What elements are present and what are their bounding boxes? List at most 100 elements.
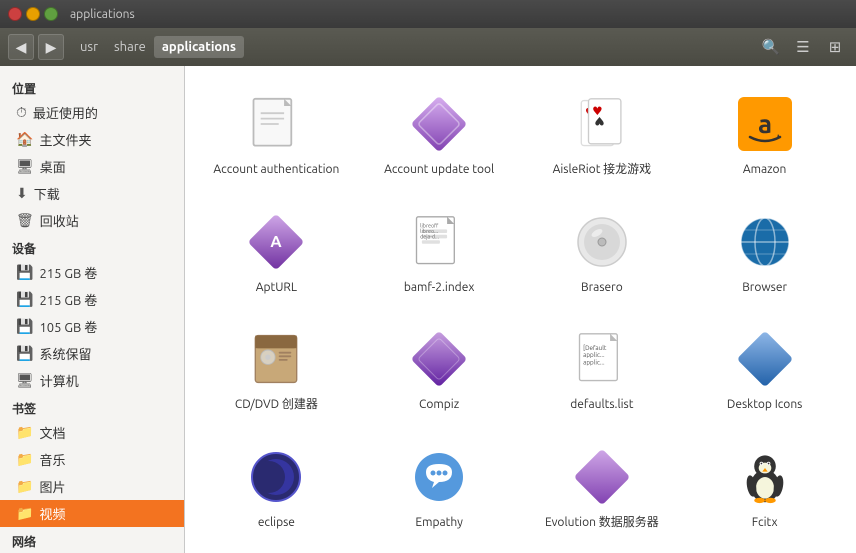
home-icon: 🏠 bbox=[16, 131, 33, 148]
trash-icon: 🗑 bbox=[16, 212, 34, 229]
close-button[interactable] bbox=[8, 7, 22, 21]
sidebar-item-downloads[interactable]: ⬇ 下载 bbox=[0, 180, 184, 207]
minimize-button[interactable] bbox=[26, 7, 40, 21]
recent-icon: ⏱ bbox=[16, 104, 27, 121]
downloads-icon: ⬇ bbox=[16, 185, 28, 202]
app-amazon[interactable]: a Amazon bbox=[689, 82, 840, 188]
app-label-brasero: Brasero bbox=[581, 280, 623, 296]
app-label-desktop-icons: Desktop Icons bbox=[727, 397, 803, 413]
svg-text:[Default: [Default bbox=[583, 345, 607, 352]
app-icon-brasero bbox=[570, 210, 634, 274]
sidebar-item-vol3-label: 105 GB 卷 bbox=[39, 317, 97, 336]
app-account-auth[interactable]: Account authentication bbox=[201, 82, 352, 188]
maximize-button[interactable] bbox=[44, 7, 58, 21]
main-layout: 位置 ⏱ 最近使用的 🏠 主文件夹 🖥 桌面 ⬇ 下载 🗑 回收站 设备 💾 2… bbox=[0, 66, 856, 553]
sidebar-item-pictures[interactable]: 📁 图片 bbox=[0, 473, 184, 500]
breadcrumb-applications[interactable]: applications bbox=[154, 36, 244, 58]
app-browser[interactable]: Browser bbox=[689, 200, 840, 306]
sidebar-item-videos[interactable]: 📁 视频 bbox=[0, 500, 184, 527]
app-icon-cddvd bbox=[244, 327, 308, 391]
sidebar-item-music[interactable]: 📁 音乐 bbox=[0, 446, 184, 473]
back-button[interactable]: ◀ bbox=[8, 34, 34, 60]
window-title: applications bbox=[70, 8, 135, 21]
svg-text:applic...: applic... bbox=[583, 360, 605, 367]
app-label-aisleriot: AisleRiot 接龙游戏 bbox=[553, 162, 652, 178]
music-folder-icon: 📁 bbox=[16, 451, 33, 468]
sidebar: 位置 ⏱ 最近使用的 🏠 主文件夹 🖥 桌面 ⬇ 下载 🗑 回收站 设备 💾 2… bbox=[0, 66, 185, 553]
desktop-icon: 🖥 bbox=[16, 158, 34, 175]
app-label-evolution: Evolution 数据服务器 bbox=[545, 515, 659, 531]
app-aisleriot[interactable]: ♥ 2 ♥ ♥ AisleRiot 接龙游戏 bbox=[527, 82, 678, 188]
sidebar-item-computer-label: 计算机 bbox=[40, 371, 79, 390]
window-controls bbox=[8, 7, 58, 21]
sidebar-item-home-label: 主文件夹 bbox=[39, 130, 91, 149]
app-label-bamf: bamf-2.index bbox=[404, 280, 475, 296]
sidebar-item-videos-label: 视频 bbox=[39, 504, 65, 523]
app-bamf[interactable]: libreoff libreo... deja-d... bamf-2.inde… bbox=[364, 200, 515, 306]
section-devices: 设备 bbox=[0, 234, 184, 259]
app-label-defaults: defaults.list bbox=[570, 397, 633, 413]
app-apturl[interactable]: A AptURL bbox=[201, 200, 352, 306]
app-empathy[interactable]: Empathy bbox=[364, 435, 515, 541]
app-icon-defaults: [Default applic... applic... bbox=[570, 327, 634, 391]
sidebar-item-trash-label: 回收站 bbox=[40, 211, 79, 230]
sidebar-item-recent-label: 最近使用的 bbox=[33, 103, 98, 122]
sidebar-item-vol2[interactable]: 💾 215 GB 卷 bbox=[0, 286, 184, 313]
svg-text:A: A bbox=[271, 233, 283, 251]
videos-folder-icon: 📁 bbox=[16, 505, 33, 522]
sidebar-item-downloads-label: 下载 bbox=[34, 184, 60, 203]
sidebar-item-docs[interactable]: 📁 文档 bbox=[0, 419, 184, 446]
sidebar-item-home[interactable]: 🏠 主文件夹 bbox=[0, 126, 184, 153]
app-label-account-auth: Account authentication bbox=[213, 162, 339, 178]
grid-view-button[interactable]: ⊞ bbox=[822, 34, 848, 60]
svg-text:deja-d...: deja-d... bbox=[420, 233, 439, 240]
app-defaults[interactable]: [Default applic... applic... defaults.li… bbox=[527, 317, 678, 423]
app-icon-desktop-icons bbox=[733, 327, 797, 391]
titlebar: applications bbox=[0, 0, 856, 28]
breadcrumb: usr share applications bbox=[72, 36, 244, 58]
app-cddvd[interactable]: CD/DVD 创建器 bbox=[201, 317, 352, 423]
app-icon-account-update bbox=[407, 92, 471, 156]
app-label-browser: Browser bbox=[742, 280, 787, 296]
sidebar-item-music-label: 音乐 bbox=[39, 450, 65, 469]
app-eclipse[interactable]: eclipse bbox=[201, 435, 352, 541]
pictures-folder-icon: 📁 bbox=[16, 478, 33, 495]
toolbar-actions: 🔍 ☰ ⊞ bbox=[758, 34, 848, 60]
sidebar-item-recent[interactable]: ⏱ 最近使用的 bbox=[0, 99, 184, 126]
app-brasero[interactable]: Brasero bbox=[527, 200, 678, 306]
sysres-icon: 💾 bbox=[16, 345, 33, 362]
sidebar-item-vol1[interactable]: 💾 215 GB 卷 bbox=[0, 259, 184, 286]
drive-icon-1: 💾 bbox=[16, 264, 33, 281]
app-label-account-update: Account update tool bbox=[384, 162, 494, 178]
search-button[interactable]: 🔍 bbox=[758, 34, 784, 60]
sidebar-item-trash[interactable]: 🗑 回收站 bbox=[0, 207, 184, 234]
app-icon-browser bbox=[733, 210, 797, 274]
svg-text:applic...: applic... bbox=[583, 352, 605, 359]
app-label-apturl: AptURL bbox=[256, 280, 297, 296]
app-compiz[interactable]: Compiz bbox=[364, 317, 515, 423]
sidebar-item-pictures-label: 图片 bbox=[39, 477, 65, 496]
app-icon-eclipse bbox=[244, 445, 308, 509]
forward-button[interactable]: ▶ bbox=[38, 34, 64, 60]
breadcrumb-usr[interactable]: usr bbox=[72, 36, 106, 58]
sidebar-item-desktop-label: 桌面 bbox=[40, 157, 66, 176]
app-icon-empathy bbox=[407, 445, 471, 509]
svg-text:a: a bbox=[758, 109, 772, 138]
content-area: Account authentication bbox=[185, 66, 856, 553]
app-fcitx[interactable]: Fcitx bbox=[689, 435, 840, 541]
app-account-update[interactable]: Account update tool bbox=[364, 82, 515, 188]
app-icon-bamf: libreoff libreo... deja-d... bbox=[407, 210, 471, 274]
app-icon-compiz bbox=[407, 327, 471, 391]
sidebar-item-sysres[interactable]: 💾 系统保留 bbox=[0, 340, 184, 367]
breadcrumb-share[interactable]: share bbox=[106, 36, 154, 58]
app-desktop-icons[interactable]: Desktop Icons bbox=[689, 317, 840, 423]
app-grid: Account authentication bbox=[201, 82, 840, 553]
sidebar-item-desktop[interactable]: 🖥 桌面 bbox=[0, 153, 184, 180]
app-icon-apturl: A bbox=[244, 210, 308, 274]
app-evolution[interactable]: Evolution 数据服务器 bbox=[527, 435, 678, 541]
app-label-compiz: Compiz bbox=[419, 397, 459, 413]
sidebar-item-vol3[interactable]: 💾 105 GB 卷 bbox=[0, 313, 184, 340]
drive-icon-3: 💾 bbox=[16, 318, 33, 335]
list-view-button[interactable]: ☰ bbox=[790, 34, 816, 60]
sidebar-item-computer[interactable]: 🖥 计算机 bbox=[0, 367, 184, 394]
